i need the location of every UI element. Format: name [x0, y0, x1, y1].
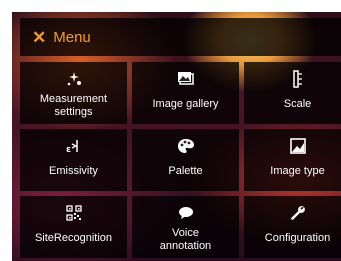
menu-title: Menu	[53, 28, 91, 46]
tile-image-type[interactable]: Image type	[244, 129, 341, 191]
scale-icon	[292, 69, 304, 89]
tile-site-recognition[interactable]: SiteRecognition	[20, 196, 127, 258]
tile-label: Emissivity	[49, 165, 98, 177]
close-icon[interactable]: ✕	[32, 29, 46, 46]
top-border	[0, 0, 341, 12]
tile-image-gallery[interactable]: Image gallery	[132, 62, 239, 124]
tile-label: Image gallery	[152, 98, 219, 110]
tile-label: Voice annotation	[159, 227, 212, 252]
tile-label: Palette	[168, 165, 203, 177]
left-border	[0, 0, 12, 261]
image-gallery-icon	[177, 69, 195, 89]
wrench-icon	[290, 203, 306, 223]
tile-palette[interactable]: Palette	[132, 129, 239, 191]
tile-label: Configuration	[264, 232, 331, 244]
measurement-settings-icon	[65, 69, 83, 89]
tile-configuration[interactable]: Configuration	[244, 196, 341, 258]
svg-text:ε: ε	[66, 145, 71, 154]
qr-code-icon	[65, 203, 82, 223]
tile-measurement-settings[interactable]: Measurement settings	[20, 62, 127, 124]
palette-icon	[177, 136, 195, 156]
tile-label: SiteRecognition	[34, 232, 113, 244]
thermal-camera-screen: ✕ Menu Measurement settings Image galler…	[0, 0, 341, 261]
emissivity-icon: ε	[65, 136, 83, 156]
tile-label: Measurement settings	[39, 93, 108, 118]
tile-scale[interactable]: Scale	[244, 62, 341, 124]
tile-emissivity[interactable]: ε Emissivity	[20, 129, 127, 191]
tile-label: Scale	[283, 98, 312, 110]
tile-voice-annotation[interactable]: Voice annotation	[132, 196, 239, 258]
image-type-icon	[289, 136, 306, 156]
menu-header[interactable]: ✕ Menu	[20, 18, 341, 56]
speech-bubble-icon	[178, 203, 194, 223]
tile-label: Image type	[270, 165, 325, 177]
menu-grid: Measurement settings Image gallery Scale…	[20, 62, 341, 261]
